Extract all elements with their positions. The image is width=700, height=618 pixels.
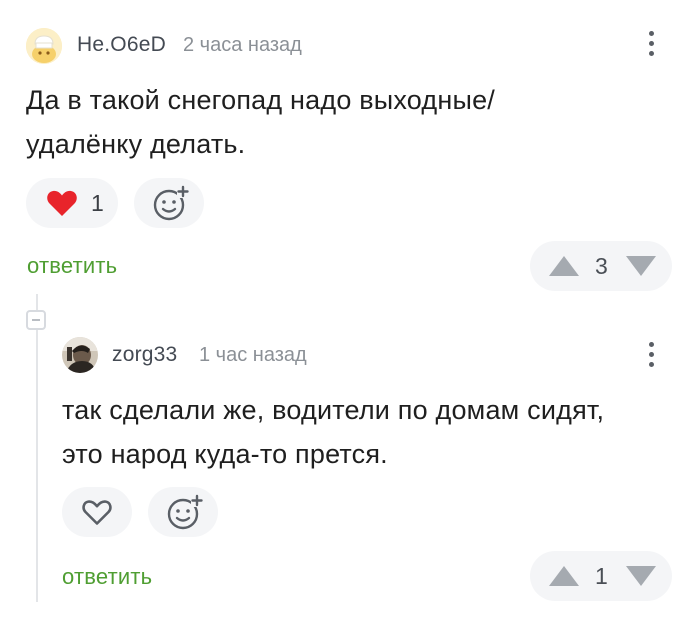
comment-text-line: удалёнку делать. (26, 129, 246, 159)
heart-filled-icon (47, 190, 77, 216)
kebab-menu-icon[interactable] (642, 339, 662, 371)
emoji-add-icon (167, 494, 203, 530)
add-reaction-button[interactable] (134, 178, 204, 228)
comment-text-line: Да в такой снегопад надо выходные/ (26, 85, 495, 115)
triangle-down-icon[interactable] (625, 255, 657, 277)
emoji-add-icon (153, 185, 189, 221)
add-reaction-button[interactable] (148, 487, 218, 537)
like-count: 1 (91, 190, 104, 216)
author-name[interactable]: He.O6eD (77, 33, 166, 57)
thread-line (36, 294, 38, 310)
vote-control: 3 (530, 241, 672, 291)
reply-link[interactable]: ответить (27, 253, 117, 279)
thread-line (36, 330, 38, 602)
heart-outline-icon (82, 500, 112, 525)
vote-control: 1 (530, 551, 672, 601)
vote-score: 1 (595, 563, 608, 589)
comment-time: 2 часа назад (183, 34, 302, 56)
comment-text-line: это народ куда-то прется. (62, 439, 388, 469)
comment-time: 1 час назад (199, 344, 307, 366)
like-button[interactable] (62, 487, 132, 537)
chef-avatar-icon (26, 28, 62, 64)
triangle-up-icon[interactable] (548, 565, 580, 587)
collapse-thread-icon[interactable] (26, 310, 46, 330)
author-avatar[interactable] (62, 337, 98, 373)
person-avatar-icon (62, 337, 98, 373)
reply-link[interactable]: ответить (62, 564, 152, 590)
author-name[interactable]: zorg33 (112, 343, 177, 367)
comment-text-line: так сделали же, водители по домам сидят, (62, 395, 605, 425)
triangle-up-icon[interactable] (548, 255, 580, 277)
vote-score: 3 (595, 253, 608, 279)
triangle-down-icon[interactable] (625, 565, 657, 587)
author-avatar[interactable] (26, 28, 62, 64)
kebab-menu-icon[interactable] (642, 28, 662, 60)
like-button[interactable]: 1 (26, 178, 118, 228)
